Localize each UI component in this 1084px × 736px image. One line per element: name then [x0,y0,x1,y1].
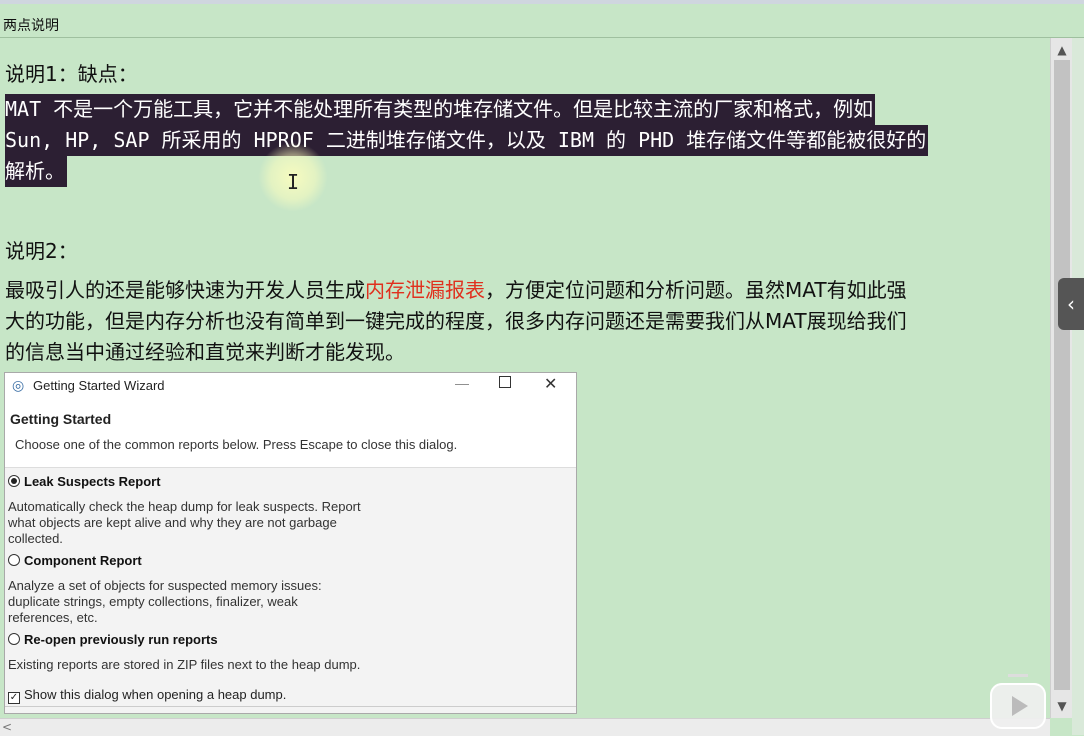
note2-heading: 说明2： [5,239,78,263]
memory-leak-report-highlight: 内存泄漏报表 [365,278,485,302]
description-line: what objects are kept alive and why they… [8,515,337,530]
reopen-reports-label: Re-open previously run reports [24,632,218,647]
description-line: Analyze a set of objects for suspected m… [8,578,322,593]
radio-selected-icon[interactable] [8,475,20,487]
wizard-app-icon: ◎ [12,377,25,393]
description-line: duplicate strings, empty collections, fi… [8,594,298,609]
play-icon[interactable] [990,674,1046,729]
leak-suspects-label: Leak Suspects Report [24,474,161,489]
document-tab-bar: 两点说明 [0,0,1084,38]
document-title: 两点说明 [3,18,59,34]
scroll-down-icon[interactable]: ▼ [1051,696,1073,716]
note2-line-1: 最吸引人的还是能够快速为开发人员生成内存泄漏报表，方便定位问题和分析问题。虽然M… [5,274,907,303]
dialog-title-bar: ◎ Getting Started Wizard — ✕ [5,373,576,399]
note1-heading: 说明1：缺点： [5,62,138,86]
tv-ears-icon [1008,674,1028,687]
checkbox-checked-icon[interactable]: ✓ [8,692,20,704]
dialog-subtitle: Choose one of the common reports below. … [15,437,458,452]
leak-suspects-radio[interactable]: Leak Suspects Report [8,474,161,489]
component-report-description: Analyze a set of objects for suspected m… [8,578,378,626]
selected-line-1[interactable]: MAT 不是一个万能工具，它并不能处理所有类型的堆存储文件。但是比较主流的厂家和… [5,94,876,125]
right-edge-strip [1072,38,1084,735]
show-dialog-checkbox[interactable]: ✓ Show this dialog when opening a heap du… [8,687,286,704]
dialog-footer-divider [5,706,576,707]
close-icon[interactable]: ✕ [544,374,557,394]
leak-suspects-description: Automatically check the heap dump for le… [8,499,378,547]
side-panel-toggle-chevron-icon[interactable]: ‹ [1058,278,1084,330]
reopen-reports-description: Existing reports are stored in ZIP files… [8,657,378,673]
description-line: Existing reports are stored in ZIP files… [8,657,361,672]
scroll-left-icon[interactable]: < [2,719,12,736]
note2-line1-end: ，方便定位问题和分析问题。虽然MAT有如此强 [485,278,907,302]
text-cursor-icon: I [287,170,300,194]
dialog-heading: Getting Started [10,411,112,427]
checkbox-label: Show this dialog when opening a heap dum… [24,687,287,702]
component-report-radio[interactable]: Component Report [8,553,142,568]
description-line: Automatically check the heap dump for le… [8,499,361,514]
horizontal-scrollbar[interactable]: < [0,718,1050,736]
vertical-scrollbar[interactable]: ▲ ▼ [1050,38,1073,718]
getting-started-wizard-dialog: ◎ Getting Started Wizard — ✕ Getting Sta… [4,372,577,714]
dialog-options: Leak Suspects Report Automatically check… [5,468,576,713]
description-line: references, etc. [8,610,98,625]
minimize-icon[interactable]: — [455,375,469,391]
maximize-icon[interactable] [499,376,511,388]
reopen-reports-radio[interactable]: Re-open previously run reports [8,632,218,647]
selected-line-2[interactable]: Sun, HP, SAP 所采用的 HPROF 二进制堆存储文件，以及 IBM … [5,125,929,156]
scrollbar-thumb[interactable] [1054,60,1070,690]
dialog-header: Getting Started Choose one of the common… [5,399,576,468]
note2-line1-start: 最吸引人的还是能够快速为开发人员生成 [5,278,365,302]
scroll-up-icon[interactable]: ▲ [1051,40,1073,60]
radio-icon[interactable] [8,554,20,566]
dialog-title: Getting Started Wizard [33,378,165,393]
description-line: collected. [8,531,63,546]
note2-line-3: 的信息当中通过经验和直觉来判断才能发现。 [5,340,405,364]
note2-line-2: 大的功能，但是内存分析也没有简单到一键完成的程度，很多内存问题还是需要我们从MA… [5,309,907,333]
selected-line-3[interactable]: 解析。 [5,156,67,187]
radio-icon[interactable] [8,633,20,645]
component-report-label: Component Report [24,553,142,568]
